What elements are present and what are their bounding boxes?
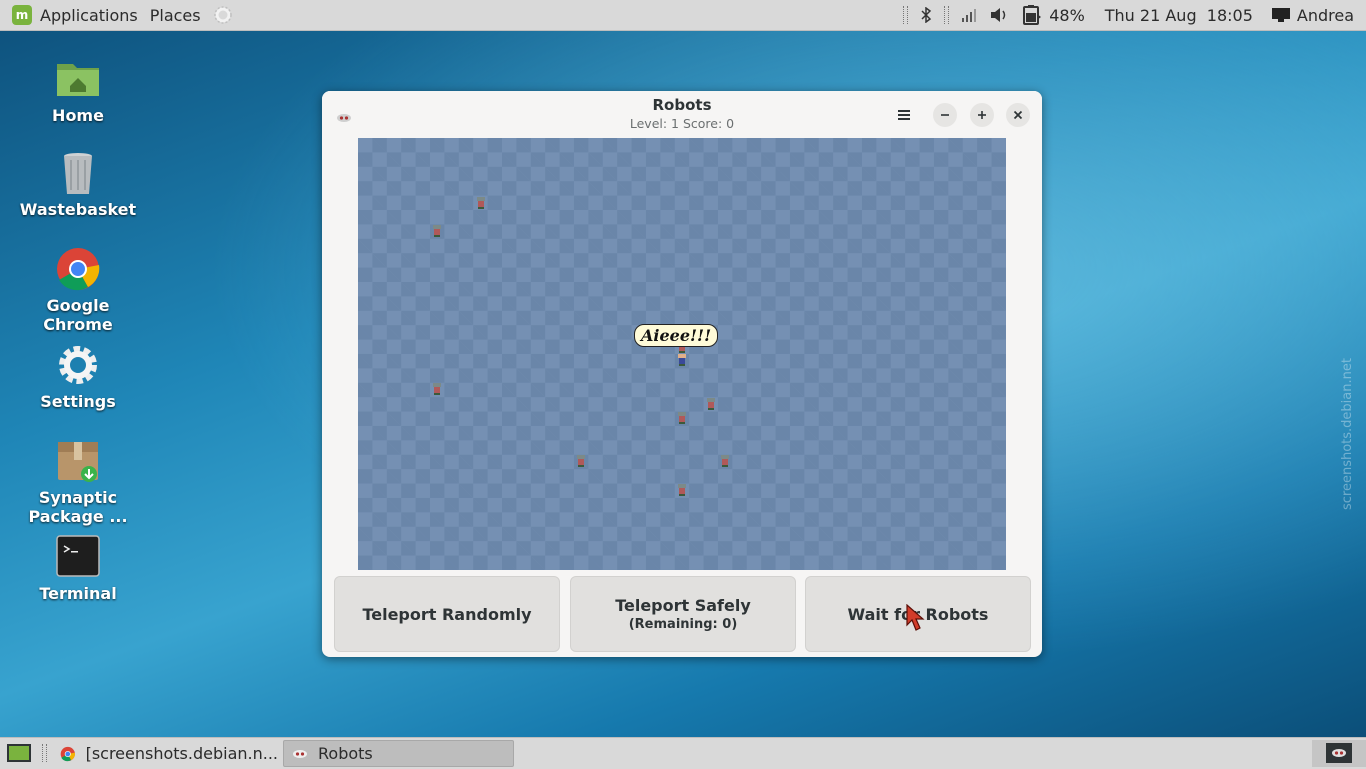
minimize-icon	[941, 114, 949, 116]
watermark: screenshots.debian.net	[1340, 358, 1355, 510]
battery-percent: 48%	[1049, 5, 1085, 25]
taskbar-item-chrome[interactable]: [screenshots.debian.n...	[52, 740, 278, 767]
user-name: Andrea	[1296, 5, 1354, 25]
show-desktop-icon	[7, 744, 31, 762]
bottom-panel: [screenshots.debian.n... Robots	[0, 737, 1366, 769]
hamburger-icon	[898, 110, 910, 120]
desktop-icon-terminal[interactable]: Terminal	[18, 534, 138, 603]
folder-home-icon	[55, 56, 101, 102]
teleport-randomly-label: Teleport Randomly	[362, 604, 532, 624]
tray-separator	[903, 6, 909, 24]
close-icon	[1013, 110, 1023, 120]
robots-window: Robots Level: 1 Score: 0 Aieee!!! Telepo…	[322, 91, 1042, 657]
settings-gear-icon[interactable]	[207, 0, 239, 30]
robot	[432, 225, 442, 237]
panel-separator	[42, 744, 47, 762]
top-panel: m Applications Places 48% Thu 21 Aug 18:…	[0, 0, 1366, 31]
robots-icon	[293, 749, 307, 758]
game-board[interactable]: Aieee!!!	[358, 138, 1006, 570]
titlebar[interactable]: Robots Level: 1 Score: 0	[322, 91, 1042, 137]
desktop-icon-wastebasket[interactable]: Wastebasket	[18, 150, 138, 219]
desktop-icon-label: Synaptic Package ...	[28, 488, 128, 526]
monitor-icon	[1271, 8, 1290, 22]
desktop-icon-label: Terminal	[39, 584, 117, 603]
speech-bubble: Aieee!!!	[634, 324, 719, 347]
desktop-icon-label: Google Chrome	[43, 296, 113, 334]
places-menu[interactable]: Places	[144, 0, 207, 30]
network-signal-icon[interactable]	[955, 0, 983, 30]
robots-icon	[1332, 749, 1346, 757]
workspace-1[interactable]	[1326, 743, 1352, 763]
plus-icon	[978, 111, 986, 119]
desktop-icon-label: Settings	[40, 392, 116, 411]
robot	[677, 484, 687, 496]
teleport-randomly-button[interactable]: Teleport Randomly	[334, 576, 560, 652]
maximize-button[interactable]	[970, 103, 994, 127]
mint-logo-icon: m	[12, 5, 32, 25]
chrome-icon	[55, 246, 101, 292]
gear-icon	[55, 342, 101, 388]
taskbar-item-label: Robots	[318, 744, 373, 763]
teleport-safely-button[interactable]: Teleport Safely (Remaining: 0)	[570, 576, 796, 652]
robot	[720, 455, 730, 467]
applications-label: Applications	[40, 5, 138, 25]
desktop-icon-settings[interactable]: Settings	[18, 342, 138, 411]
robot	[432, 383, 442, 395]
places-label: Places	[149, 5, 201, 25]
desktop-icon-label: Home	[52, 106, 104, 125]
workspace-switcher[interactable]	[1312, 740, 1366, 767]
package-icon	[55, 438, 101, 484]
battery-icon	[1023, 5, 1042, 25]
teleport-safely-label: Teleport Safely	[615, 596, 751, 615]
volume-icon[interactable]	[983, 0, 1015, 30]
clock-text: Thu 21 Aug 18:05	[1104, 5, 1253, 25]
robot	[476, 197, 486, 209]
teleport-remaining: (Remaining: 0)	[628, 617, 738, 632]
minimize-button[interactable]	[933, 103, 957, 127]
desktop-icon-synaptic[interactable]: Synaptic Package ...	[18, 438, 138, 526]
chrome-icon	[60, 746, 75, 761]
user-menu[interactable]: Andrea	[1265, 0, 1360, 30]
battery-indicator[interactable]: 48%	[1015, 0, 1091, 30]
close-button[interactable]	[1006, 103, 1030, 127]
robot	[576, 455, 586, 467]
robot	[677, 412, 687, 424]
bluetooth-icon[interactable]	[914, 0, 938, 30]
robot	[706, 398, 716, 410]
menu-button[interactable]	[892, 103, 916, 127]
tray-separator	[944, 6, 950, 24]
trash-icon	[55, 150, 101, 196]
desktop-icon-label: Wastebasket	[19, 200, 137, 219]
taskbar-item-robots[interactable]: Robots	[283, 740, 514, 767]
desktop-icon-google-chrome[interactable]: Google Chrome	[18, 246, 138, 334]
applications-menu[interactable]: m Applications	[0, 0, 144, 30]
show-desktop-button[interactable]	[6, 742, 32, 764]
taskbar-item-label: [screenshots.debian.n...	[85, 744, 278, 763]
desktop-icon-home[interactable]: Home	[18, 56, 138, 125]
clock[interactable]: Thu 21 Aug 18:05	[1099, 0, 1259, 30]
player	[677, 354, 687, 366]
mouse-cursor-icon	[906, 604, 925, 631]
terminal-icon	[55, 534, 101, 580]
